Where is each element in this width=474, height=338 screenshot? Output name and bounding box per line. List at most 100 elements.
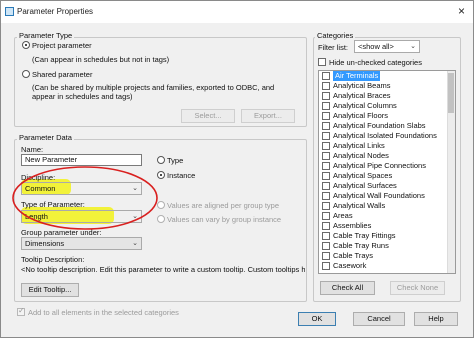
name-label: Name: [21, 145, 44, 154]
chevron-down-icon: ⌄ [410, 43, 416, 50]
category-list-item[interactable]: Analytical Floors [319, 111, 455, 121]
category-label: Cable Trays [333, 251, 374, 260]
parameter-type-label: Parameter Type [17, 31, 75, 40]
category-checkbox[interactable] [322, 152, 330, 160]
category-list-item[interactable]: Analytical Columns [319, 101, 455, 111]
category-label: Analytical Columns [333, 101, 397, 110]
category-list-item[interactable]: Analytical Nodes [319, 151, 455, 161]
category-checkbox[interactable] [322, 182, 330, 190]
project-parameter-label[interactable]: Project parameter [32, 41, 92, 50]
category-checkbox[interactable] [322, 212, 330, 220]
category-checkbox[interactable] [322, 232, 330, 240]
category-checkbox[interactable] [322, 222, 330, 230]
category-checkbox[interactable] [322, 122, 330, 130]
category-checkbox[interactable] [322, 92, 330, 100]
category-label: Analytical Pipe Connections [333, 161, 426, 170]
category-checkbox[interactable] [322, 132, 330, 140]
category-label: Casework [333, 261, 367, 270]
tooltip-description-value: <No tooltip description. Edit this param… [21, 265, 305, 274]
category-checkbox[interactable] [322, 252, 330, 260]
category-label: Analytical Foundation Slabs [333, 121, 426, 130]
category-list-item[interactable]: Analytical Surfaces [319, 181, 455, 191]
group-under-value: Dimensions [25, 239, 65, 248]
category-list-item[interactable]: Areas [319, 211, 455, 221]
category-list-item[interactable]: Cable Tray Runs [319, 241, 455, 251]
hide-unchecked-checkbox[interactable] [318, 58, 326, 66]
values-aligned-label: Values are aligned per group type [167, 201, 280, 210]
close-icon[interactable]: × [458, 4, 465, 18]
edit-tooltip-button[interactable]: Edit Tooltip... [21, 283, 79, 297]
hide-unchecked-label[interactable]: Hide un-checked categories [329, 58, 422, 67]
cancel-button[interactable]: Cancel [353, 312, 405, 326]
category-label: Analytical Braces [333, 91, 391, 100]
values-vary-label: Values can vary by group instance [167, 215, 282, 224]
app-icon [5, 7, 14, 16]
type-radio-label[interactable]: Type [167, 156, 183, 165]
category-label: Analytical Beams [333, 81, 391, 90]
category-list-item[interactable]: Analytical Foundation Slabs [319, 121, 455, 131]
category-list-item[interactable]: Casework [319, 261, 455, 271]
categories-list[interactable]: Air Terminals Analytical Beams Analytical … [318, 70, 456, 274]
category-list-item[interactable]: Analytical Beams [319, 81, 455, 91]
add-to-all-checkbox[interactable]: ✓ [17, 306, 25, 316]
shared-parameter-description-line2: appear in schedules and tags) [32, 92, 133, 101]
category-list-item[interactable]: Cable Trays [319, 251, 455, 261]
export-button[interactable]: Export... [241, 109, 295, 123]
project-parameter-description: (Can appear in schedules but not in tags… [32, 55, 170, 64]
tooltip-description-label: Tooltip Description: [21, 255, 85, 264]
category-list-item[interactable]: Analytical Links [319, 141, 455, 151]
category-label: Air Terminals [333, 71, 381, 81]
category-list-item[interactable]: Analytical Pipe Connections [319, 161, 455, 171]
type-radio[interactable] [157, 156, 165, 164]
filter-list-dropdown[interactable]: <show all> ⌄ [354, 40, 420, 53]
shared-parameter-label[interactable]: Shared parameter [32, 70, 92, 79]
category-label: Analytical Wall Foundations [333, 191, 425, 200]
category-checkbox[interactable] [322, 142, 330, 150]
category-label: Analytical Floors [333, 111, 389, 120]
category-checkbox[interactable] [322, 202, 330, 210]
category-label: Analytical Nodes [333, 151, 389, 160]
category-checkbox[interactable] [322, 242, 330, 250]
ok-button[interactable]: OK [298, 312, 336, 326]
category-checkbox[interactable] [322, 112, 330, 120]
select-button[interactable]: Select... [181, 109, 235, 123]
category-label: Analytical Spaces [333, 171, 393, 180]
help-button[interactable]: Help [414, 312, 458, 326]
instance-radio-label[interactable]: Instance [167, 171, 195, 180]
category-list-item[interactable]: Analytical Wall Foundations [319, 191, 455, 201]
title-bar: Parameter Properties × [1, 1, 473, 23]
filter-list-value: <show all> [358, 42, 394, 51]
parameter-properties-dialog: Parameter Properties × Parameter Type Pr… [0, 0, 474, 338]
scrollbar-thumb[interactable] [448, 73, 454, 113]
category-label: Analytical Isolated Foundations [333, 131, 437, 140]
category-list-item[interactable]: Air Terminals [319, 71, 455, 81]
category-checkbox[interactable] [322, 172, 330, 180]
group-under-label: Group parameter under: [21, 228, 102, 237]
group-under-dropdown[interactable]: Dimensions ⌄ [21, 237, 142, 250]
category-label: Analytical Links [333, 141, 385, 150]
category-checkbox[interactable] [322, 192, 330, 200]
category-checkbox[interactable] [322, 72, 330, 80]
add-to-all-label: Add to all elements in the selected cate… [28, 308, 179, 317]
category-list-item[interactable]: Assemblies [319, 221, 455, 231]
check-all-button[interactable]: Check All [320, 281, 375, 295]
category-list-item[interactable]: Analytical Braces [319, 91, 455, 101]
categories-label: Categories [315, 31, 356, 40]
category-checkbox[interactable] [322, 162, 330, 170]
category-checkbox[interactable] [322, 262, 330, 270]
category-list-item[interactable]: Cable Tray Fittings [319, 231, 455, 241]
shared-parameter-radio[interactable] [22, 70, 30, 78]
category-label: Analytical Walls [333, 201, 386, 210]
category-label: Analytical Surfaces [333, 181, 397, 190]
red-annotation-ellipse [12, 166, 158, 230]
category-label: Areas [333, 211, 353, 220]
category-list-item[interactable]: Analytical Walls [319, 201, 455, 211]
category-list-item[interactable]: Analytical Spaces [319, 171, 455, 181]
category-label: Cable Tray Fittings [333, 231, 396, 240]
category-list-item[interactable]: Analytical Isolated Foundations [319, 131, 455, 141]
window-title: Parameter Properties [17, 7, 94, 16]
category-checkbox[interactable] [322, 82, 330, 90]
check-none-button[interactable]: Check None [390, 281, 445, 295]
project-parameter-radio[interactable] [22, 41, 30, 49]
category-checkbox[interactable] [322, 102, 330, 110]
